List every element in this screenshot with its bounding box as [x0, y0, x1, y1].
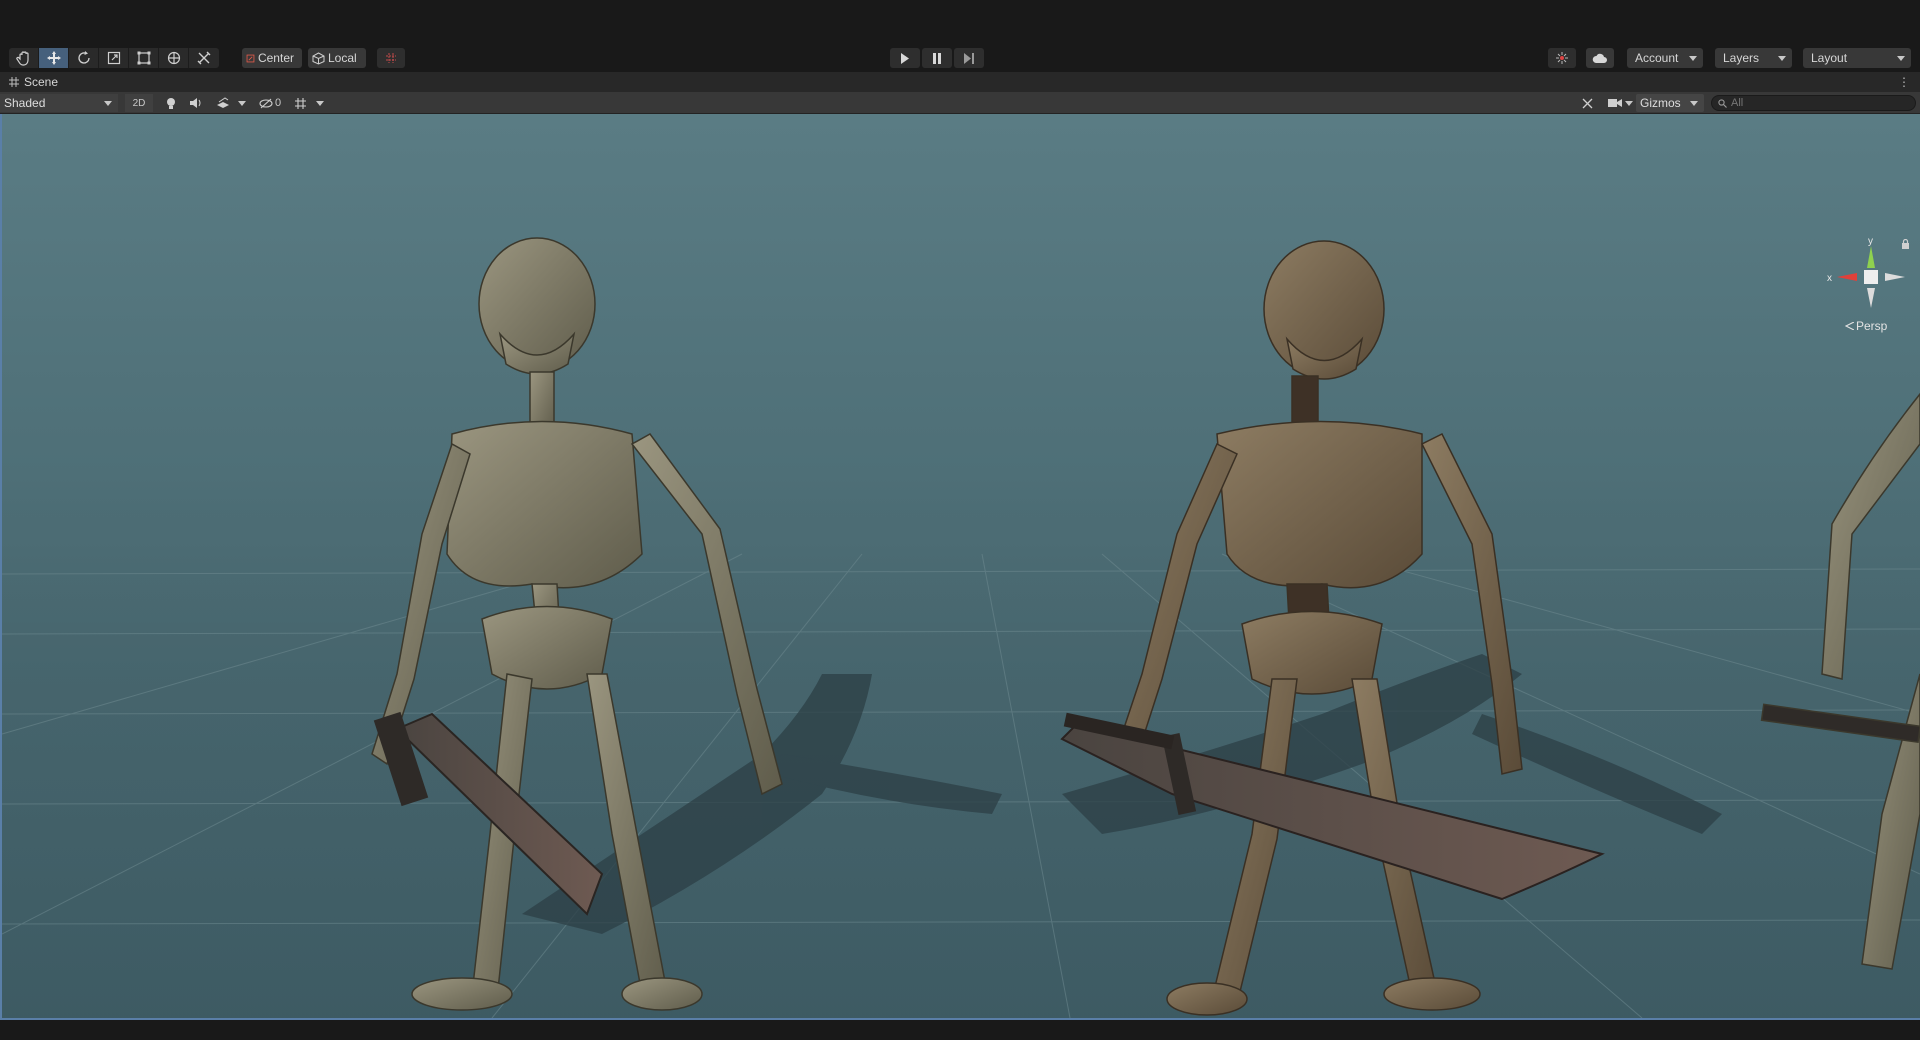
- pivot-mode-toggle[interactable]: Center: [242, 48, 302, 68]
- more-options-icon[interactable]: ⋮: [1898, 75, 1910, 89]
- projection-toggle[interactable]: Persp: [1845, 319, 1887, 333]
- gizmo-y-axis[interactable]: [1867, 246, 1875, 268]
- step-button[interactable]: [954, 48, 984, 68]
- layout-dropdown[interactable]: Layout: [1803, 48, 1911, 68]
- main-toolbar: Center Local Account Layers Layout: [0, 44, 1920, 72]
- tab-scene-label: Scene: [24, 75, 59, 89]
- scale-tool-button[interactable]: [99, 48, 129, 68]
- camera-settings-button[interactable]: [1605, 94, 1635, 112]
- chevron-down-icon: [238, 100, 246, 106]
- layers-label: Layers: [1723, 51, 1760, 65]
- camera-icon: [1607, 99, 1622, 107]
- hidden-count: 0: [274, 97, 282, 109]
- scene-viewport[interactable]: y x Persp: [0, 114, 1920, 1020]
- grid-dropdown[interactable]: [313, 94, 327, 112]
- rotate-icon: [77, 51, 90, 64]
- eye-hidden-icon: [259, 98, 273, 108]
- ground-plane: [2, 514, 1920, 1018]
- play-icon: [901, 52, 909, 64]
- chevron-down-icon: [316, 100, 324, 106]
- custom-tool-button[interactable]: [189, 48, 219, 68]
- draw-mode-label: Shaded: [4, 96, 46, 110]
- play-button[interactable]: [890, 48, 920, 68]
- services-icon: [1556, 52, 1568, 64]
- wrench-icon: [197, 51, 211, 65]
- gizmos-dropdown[interactable]: Gizmos: [1636, 94, 1704, 112]
- lightbulb-icon: [167, 97, 175, 109]
- collab-button[interactable]: [1548, 48, 1576, 68]
- hand-tool-button[interactable]: [9, 48, 39, 68]
- chevron-down-icon: [104, 101, 112, 106]
- pause-icon: [933, 52, 941, 64]
- account-label: Account: [1635, 51, 1679, 65]
- layout-label: Layout: [1811, 51, 1848, 65]
- effects-icon: [217, 96, 229, 108]
- layers-dropdown[interactable]: Layers: [1715, 48, 1792, 68]
- lighting-toggle[interactable]: [160, 94, 182, 112]
- pivot-center-icon: [246, 54, 255, 62]
- snap-settings-button[interactable]: [377, 48, 405, 68]
- status-bar: [0, 1020, 1920, 1040]
- scene-grid-icon: [9, 77, 19, 87]
- gizmo-y-label: y: [1868, 236, 1873, 247]
- rotate-tool-button[interactable]: [69, 48, 99, 68]
- account-dropdown[interactable]: Account: [1627, 48, 1703, 68]
- toggle-2d-label: 2D: [132, 97, 146, 109]
- gizmo-x-axis[interactable]: [1837, 273, 1857, 281]
- gizmo-neg-y-axis[interactable]: [1867, 288, 1875, 308]
- chevron-down-icon: [1624, 100, 1633, 106]
- rect-transform-icon: [137, 51, 150, 65]
- audio-toggle[interactable]: [185, 94, 207, 112]
- projection-label: Persp: [1856, 319, 1888, 333]
- grid-icon: [294, 97, 306, 109]
- step-icon: [963, 52, 974, 64]
- scale-icon: [107, 51, 120, 65]
- perspective-icon: [1845, 322, 1854, 330]
- gizmo-center-cube[interactable]: [1864, 270, 1878, 284]
- grid-toggle[interactable]: [289, 94, 311, 112]
- local-space-icon: [312, 51, 325, 65]
- gizmo-x-label: x: [1827, 273, 1832, 284]
- move-tool-button[interactable]: [39, 48, 69, 68]
- scene-search-input[interactable]: All: [1711, 95, 1916, 111]
- cloud-button[interactable]: [1586, 48, 1614, 68]
- grid-snap-icon: [386, 53, 396, 63]
- transform-icon: [167, 51, 180, 65]
- effects-dropdown[interactable]: [236, 94, 248, 112]
- transform-tools: [9, 48, 219, 68]
- pivot-space-toggle[interactable]: Local: [308, 48, 366, 68]
- chevron-down-icon: [1897, 56, 1905, 61]
- pivot-space-label: Local: [328, 51, 357, 65]
- speaker-icon: [190, 98, 201, 108]
- transform-tool-button[interactable]: [159, 48, 189, 68]
- scene-view-toolbar: Shaded 2D 0 Gizmos All: [0, 92, 1920, 114]
- toggle-2d-button[interactable]: 2D: [125, 94, 153, 112]
- move-icon: [46, 51, 61, 65]
- scene-visibility-toggle[interactable]: 0: [255, 94, 285, 112]
- search-icon: [1718, 98, 1727, 108]
- pause-button[interactable]: [922, 48, 952, 68]
- draw-mode-dropdown[interactable]: Shaded: [0, 94, 118, 112]
- rect-tool-button[interactable]: [129, 48, 159, 68]
- gizmos-label: Gizmos: [1640, 96, 1681, 110]
- lock-icon[interactable]: [1901, 238, 1910, 252]
- pivot-mode-label: Center: [257, 51, 294, 65]
- gizmo-neg-x-axis[interactable]: [1885, 273, 1905, 281]
- chevron-down-icon: [1689, 56, 1697, 61]
- scene-render: [2, 237, 1920, 1018]
- wrench-icon: [1582, 98, 1592, 108]
- tab-scene[interactable]: Scene: [0, 75, 58, 89]
- tools-overlay-button[interactable]: [1576, 94, 1598, 112]
- scene-tab-bar: Scene ⋮: [0, 72, 1920, 92]
- effects-toggle[interactable]: [212, 94, 234, 112]
- chevron-down-icon: [1778, 56, 1786, 61]
- cloud-icon: [1592, 53, 1607, 63]
- chevron-down-icon: [1690, 101, 1698, 106]
- title-strip: [0, 0, 1920, 44]
- search-placeholder: All: [1731, 97, 1744, 109]
- hand-icon: [15, 51, 29, 66]
